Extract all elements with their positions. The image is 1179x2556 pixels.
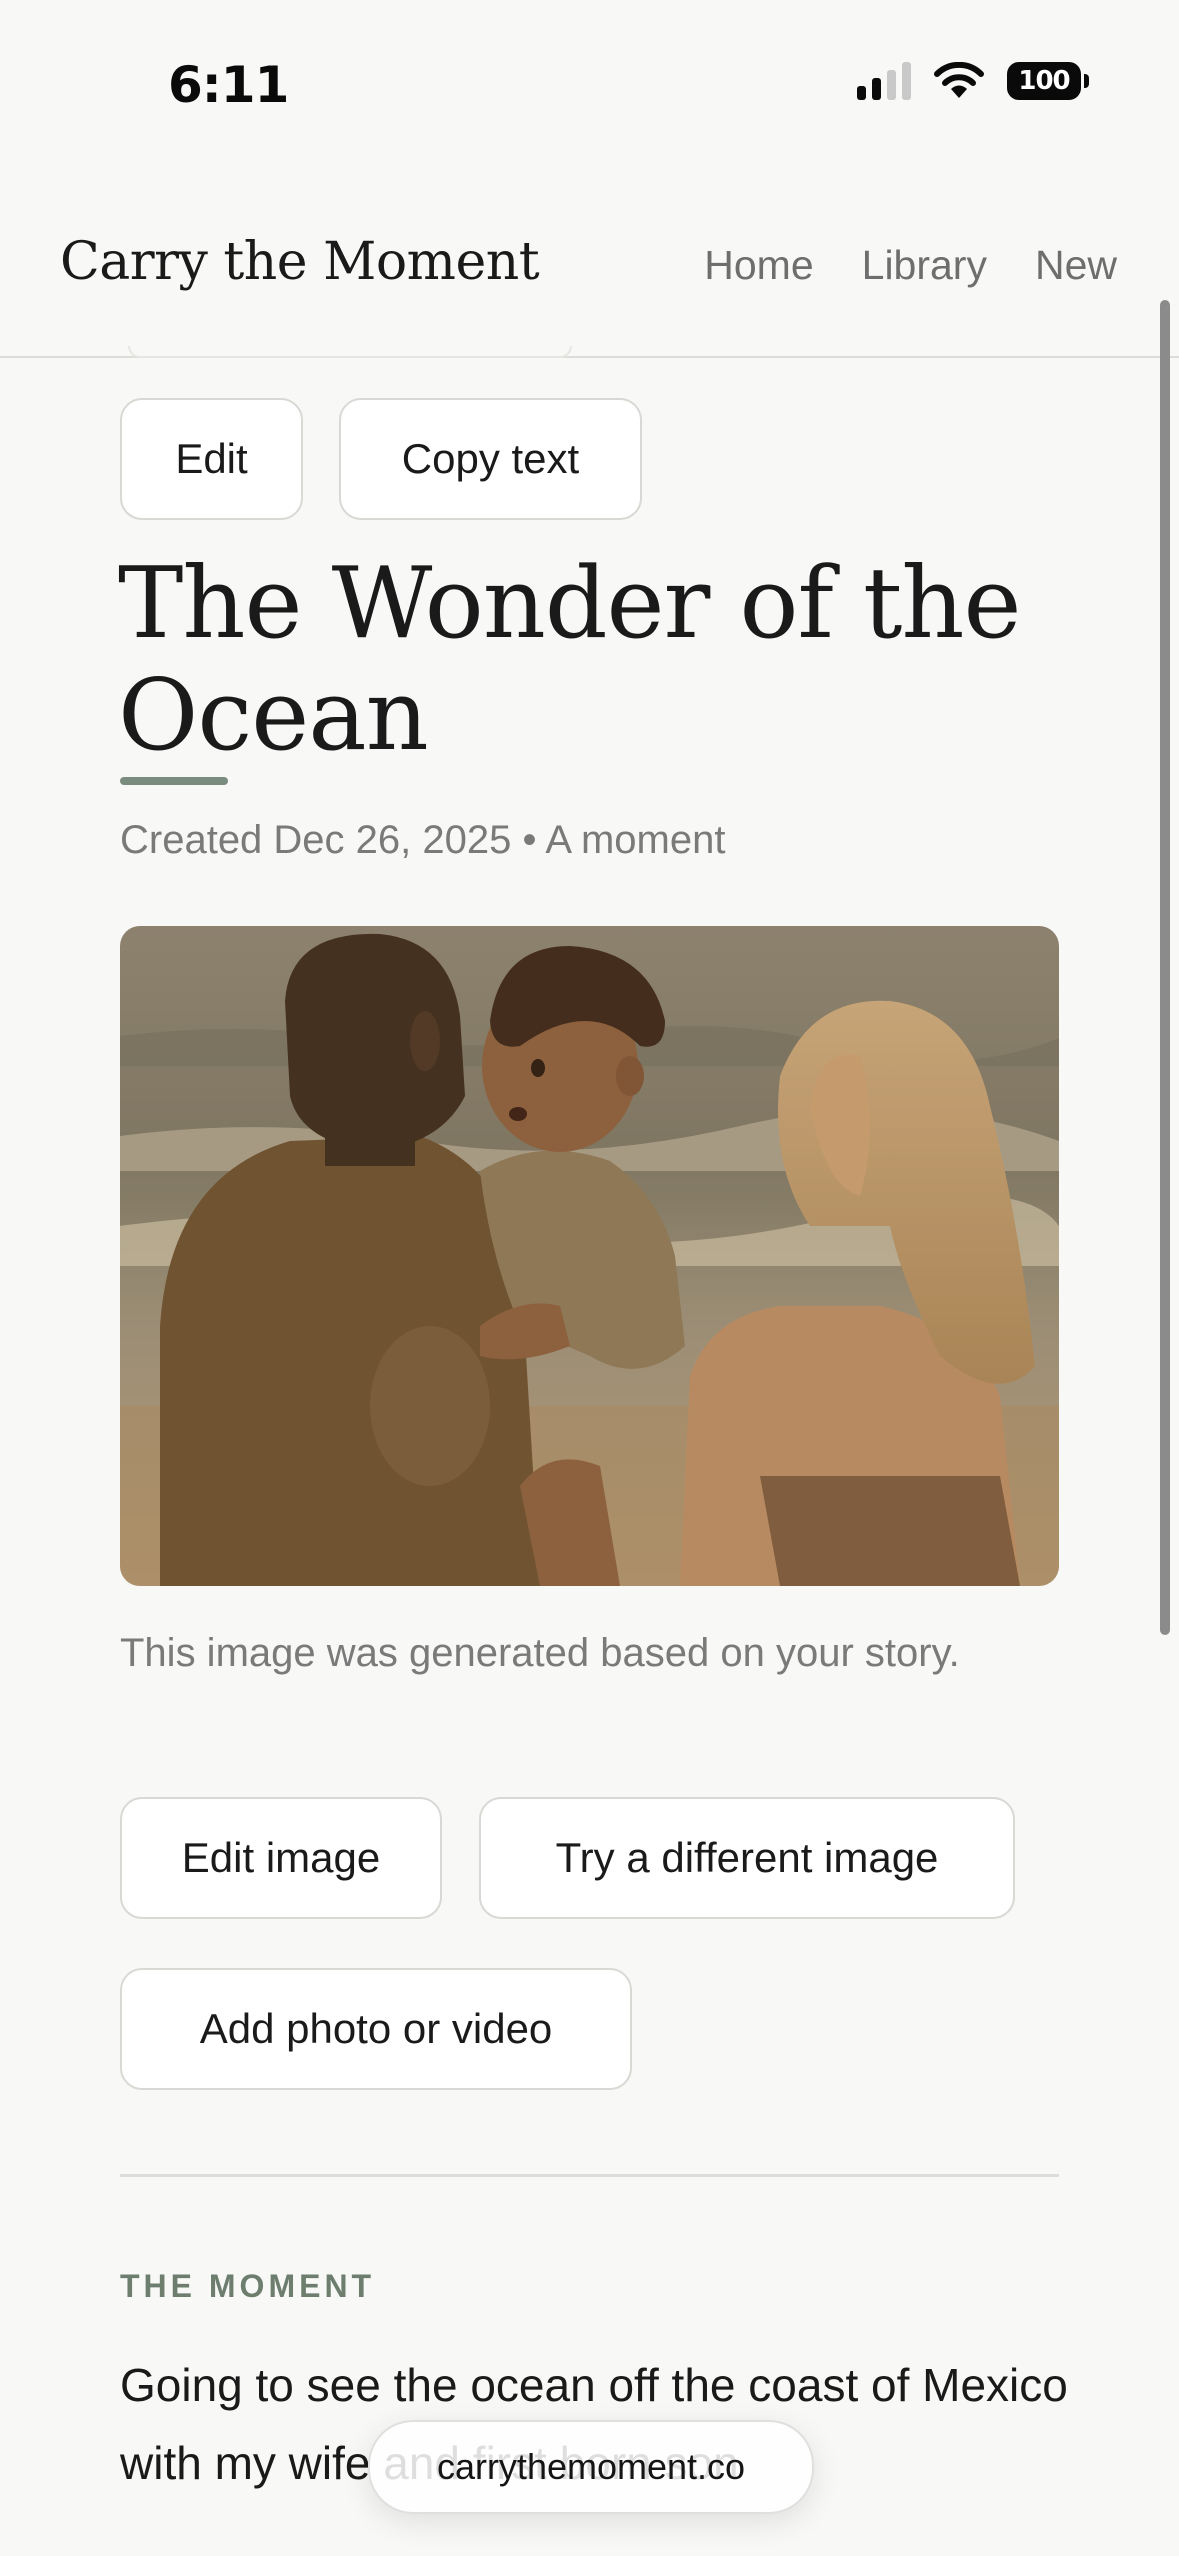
edit-button[interactable]: Edit	[120, 398, 303, 520]
edit-image-button[interactable]: Edit image	[120, 1797, 442, 1919]
brand-logo[interactable]: Carry the Moment	[60, 232, 540, 292]
story-title: The Wonder of the Ocean	[118, 547, 1021, 773]
nav-new[interactable]: New	[1035, 242, 1117, 289]
signal-icon	[857, 62, 911, 100]
try-different-image-button[interactable]: Try a different image	[479, 1797, 1015, 1919]
image-generated-note: This image was generated based on your s…	[120, 1631, 960, 1675]
battery-icon: 100	[1007, 62, 1089, 100]
status-bar: 6:11 100	[0, 0, 1179, 150]
nav-home[interactable]: Home	[704, 242, 813, 289]
site-header: Carry the Moment Home Library New	[0, 150, 1179, 358]
nav-library[interactable]: Library	[862, 242, 987, 289]
add-photo-or-video-button[interactable]: Add photo or video	[120, 1968, 632, 2090]
status-time: 6:11	[168, 56, 289, 114]
copy-text-button[interactable]: Copy text	[339, 398, 642, 520]
generated-story-image[interactable]	[120, 926, 1059, 1586]
section-divider	[120, 2174, 1059, 2177]
title-accent-underline	[120, 777, 228, 785]
browser-url-pill[interactable]: carrythemoment.co	[368, 2420, 814, 2514]
scrolled-content-edge	[128, 346, 572, 358]
browser-url: carrythemoment.co	[436, 2446, 746, 2487]
wifi-icon	[934, 62, 984, 98]
story-meta: Created Dec 26, 2025 • A moment	[120, 818, 726, 862]
status-icons: 100	[857, 62, 1089, 100]
page-scrollbar[interactable]	[1160, 300, 1170, 1635]
section-label: THE MOMENT	[120, 2268, 376, 2304]
main-nav: Home Library New	[704, 242, 1117, 289]
